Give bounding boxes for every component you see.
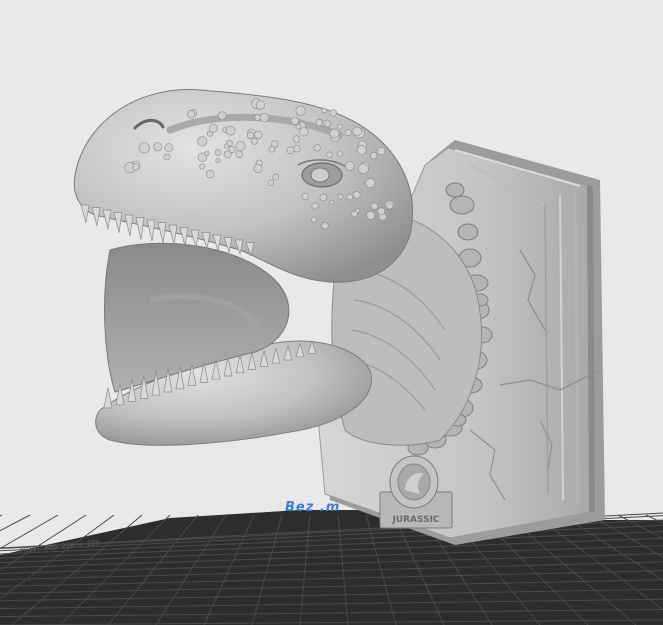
badge-text: JURASSIC xyxy=(391,515,439,525)
3d-viewport[interactable]: Bez .m PRINT BED 220 x 220 JURASSIC xyxy=(0,0,663,625)
dinosaur-head-wall-mount-model[interactable]: JURASSIC xyxy=(73,89,605,545)
build-plate-surface xyxy=(0,510,663,625)
scene-canvas[interactable]: Bez .m PRINT BED 220 x 220 JURASSIC xyxy=(0,0,663,625)
build-plate-brand-label: Bez .m xyxy=(285,500,340,515)
